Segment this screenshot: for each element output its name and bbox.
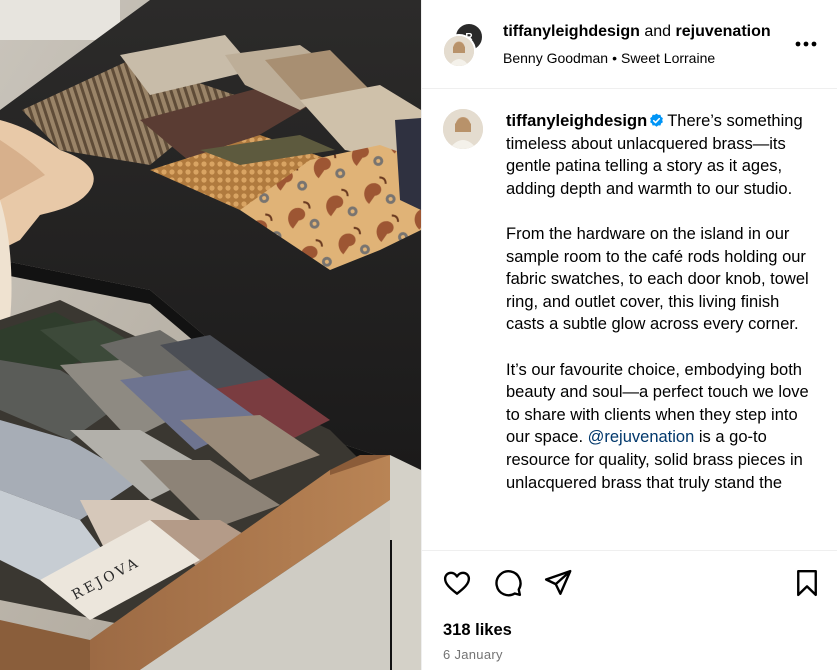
post-caption: tiffanyleighdesign There’s something time… xyxy=(506,110,818,517)
collab-avatars[interactable]: R xyxy=(442,22,488,68)
post-side-panel: R tiffanyleighdesign and rejuvenation xyxy=(421,0,837,670)
person-icon xyxy=(443,109,483,149)
caption-paragraph-2: From the hardware on the island in our s… xyxy=(506,224,809,334)
audio-separator: • xyxy=(612,50,617,66)
more-options-icon xyxy=(795,41,817,47)
post-actions: 318 likes 6 January xyxy=(422,550,837,671)
author-avatar[interactable] xyxy=(442,34,476,68)
comment-icon xyxy=(495,570,522,597)
post-header: R tiffanyleighdesign and rejuvenation xyxy=(422,0,837,89)
header-text: tiffanyleighdesign and rejuvenation Benn… xyxy=(503,22,778,67)
header-connector: and xyxy=(644,23,672,40)
caption-author-avatar[interactable] xyxy=(443,109,483,149)
share-button[interactable] xyxy=(543,568,573,598)
share-icon xyxy=(544,569,572,595)
more-options-button[interactable] xyxy=(791,32,821,56)
post-modal: REJOVA R xyxy=(0,0,837,670)
author-username[interactable]: tiffanyleighdesign xyxy=(503,23,640,40)
caption-paragraph-1: tiffanyleighdesign There’s something time… xyxy=(506,110,818,200)
caption-mention-link[interactable]: @rejuvenation xyxy=(588,428,695,446)
collaborator-username[interactable]: rejuvenation xyxy=(676,23,771,40)
caption-paragraph-3: It’s our favourite choice, embodying bot… xyxy=(506,359,818,495)
heart-icon xyxy=(443,571,471,595)
audio-title[interactable]: Sweet Lorraine xyxy=(621,50,715,66)
header-accounts: tiffanyleighdesign and rejuvenation xyxy=(503,22,778,42)
post-date[interactable]: 6 January xyxy=(443,647,503,662)
audio-attribution[interactable]: Benny Goodman • Sweet Lorraine xyxy=(503,49,778,67)
likes-count[interactable]: 318 likes xyxy=(443,621,512,640)
person-icon xyxy=(444,36,474,66)
caption-username[interactable]: tiffanyleighdesign xyxy=(506,112,647,130)
audio-artist[interactable]: Benny Goodman xyxy=(503,50,608,66)
caption-area: tiffanyleighdesign There’s something time… xyxy=(422,89,837,550)
verified-badge-icon xyxy=(650,113,664,127)
save-button[interactable] xyxy=(792,568,822,598)
post-media[interactable]: REJOVA xyxy=(0,0,421,670)
bookmark-icon xyxy=(797,569,817,597)
comment-button[interactable] xyxy=(493,568,523,598)
post-photo: REJOVA xyxy=(0,0,421,670)
like-button[interactable] xyxy=(442,568,472,598)
